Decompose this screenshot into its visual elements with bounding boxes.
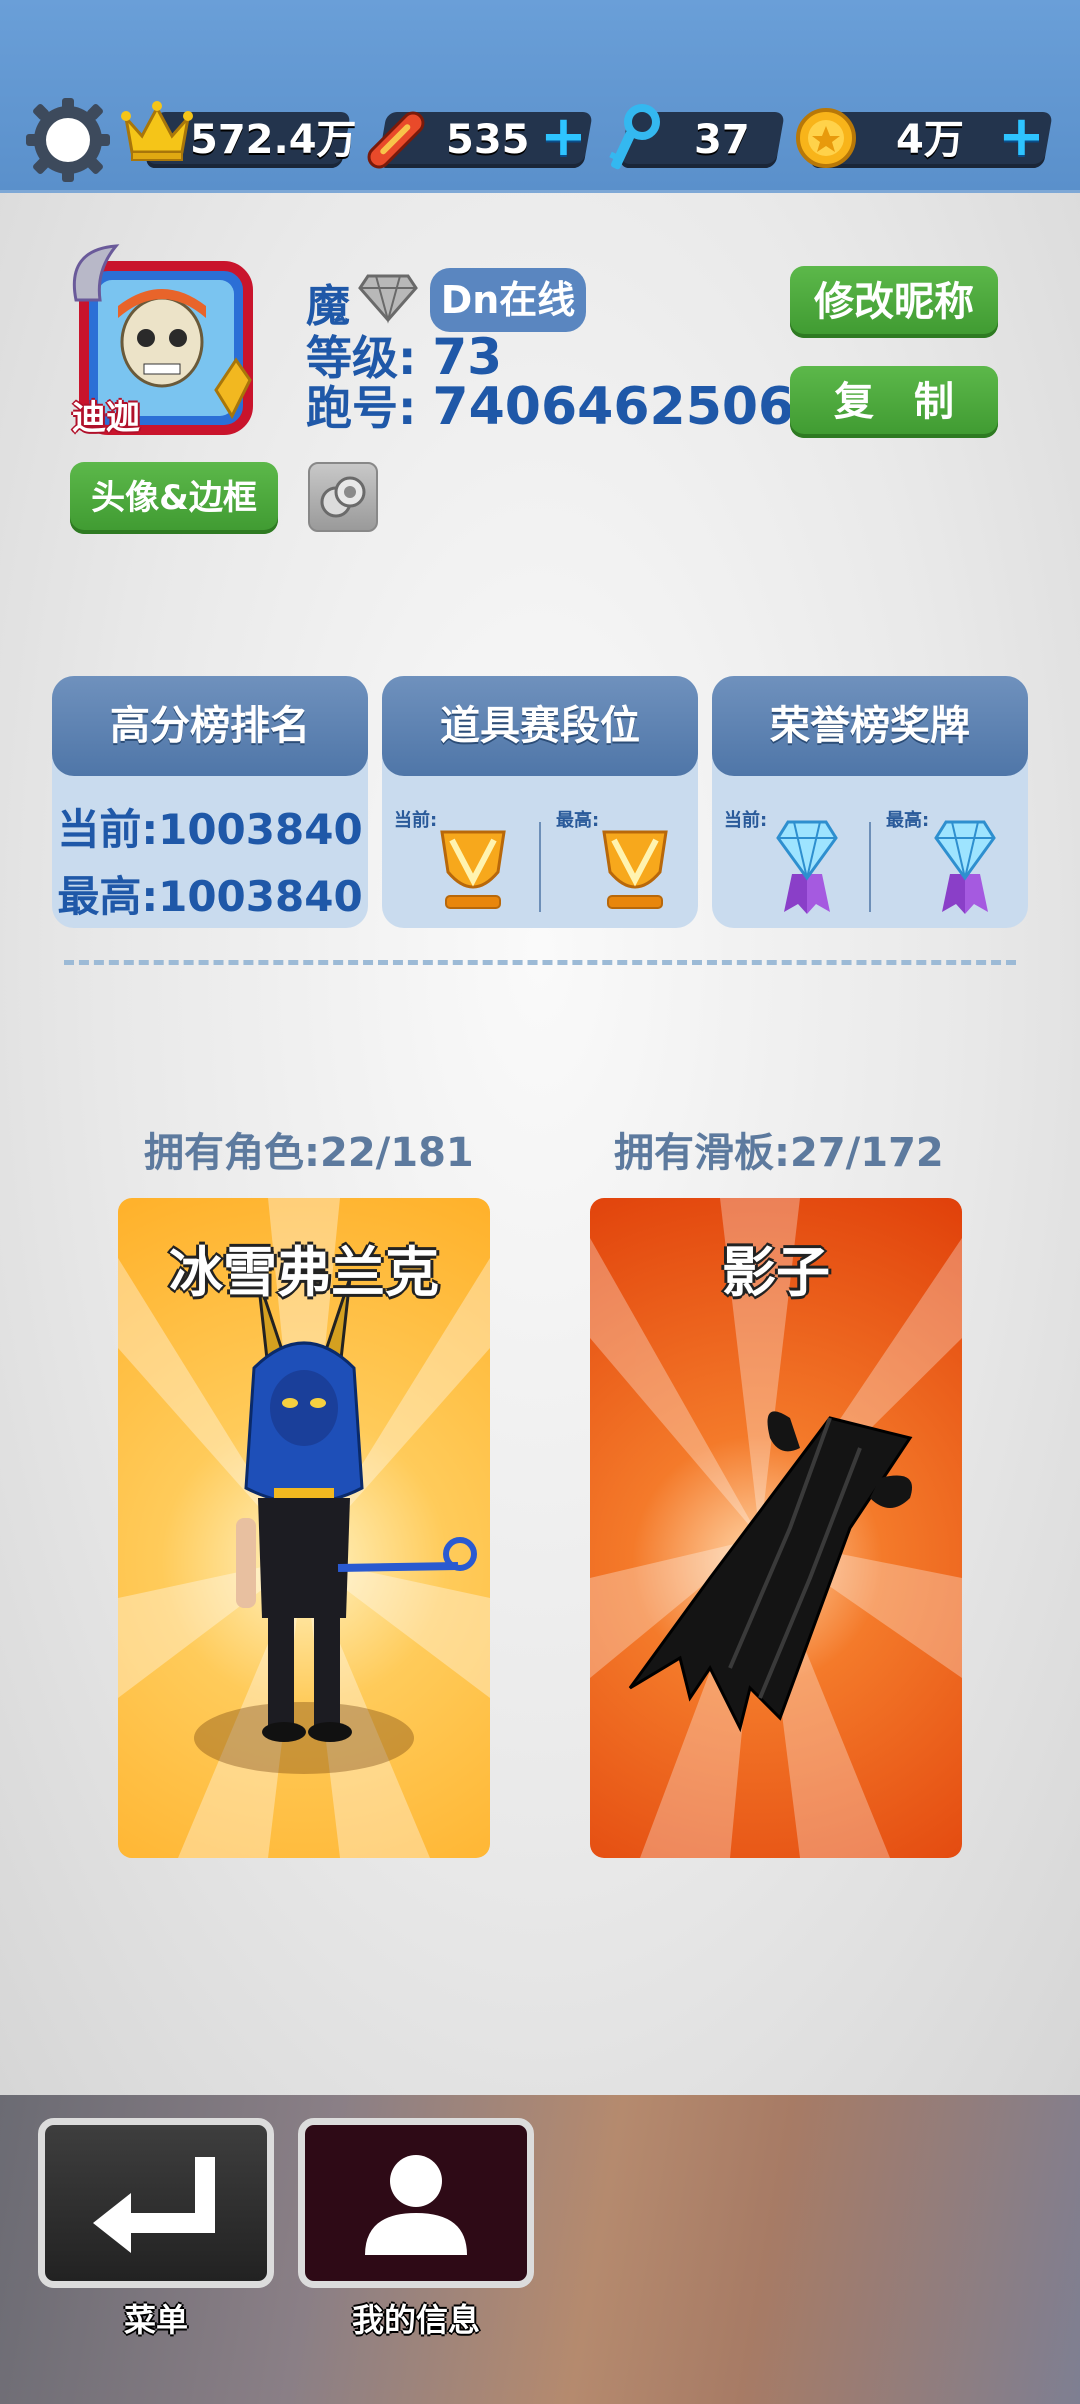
highscore-current: 当前:1003840 [57,805,363,854]
section-divider [64,960,1016,965]
add-coins-button[interactable]: + [998,104,1045,169]
featured-character-card[interactable]: 冰雪弗兰克 [118,1198,490,1858]
copy-id-button[interactable]: 复 制 [790,366,998,438]
my-info-button[interactable] [298,2118,534,2288]
key-icon [604,104,664,178]
avatar-frame-button[interactable]: 头像&边框 [70,462,278,534]
powerup-tier-title: 道具赛段位 [382,676,698,776]
powerup-current-medal-icon [432,822,514,916]
highscore-rank-title: 高分榜排名 [52,676,368,776]
crown-icon [120,100,194,168]
powerup-current-label: 当前: [394,810,438,831]
settings-gear-icon[interactable] [24,96,112,184]
honor-current-diamond-icon [774,816,840,920]
hoverboard-icon [356,104,434,178]
return-arrow-icon [93,2157,215,2253]
board-name: 影子 [722,1241,830,1304]
avatar[interactable]: 迪迦 [66,240,262,440]
boards-owned-count: 拥有滑板:27/172 [614,1130,944,1176]
honor-medal-title: 荣誉榜奖牌 [712,676,1028,776]
my-info-label: 我的信息 [351,2301,480,2339]
honor-medal-card: 荣誉榜奖牌 当前: 最高: [712,676,1028,928]
honor-divider [869,822,871,912]
keys-value: 37 [694,117,750,163]
player-id-label: 跑号: [306,381,417,435]
powerup-divider [539,822,541,912]
boards-value: 535 [446,117,530,163]
coin-icon [794,106,858,174]
avatar-frame-label: 迪迦 [72,398,140,438]
powerup-best-medal-icon [594,822,676,916]
rename-button[interactable]: 修改昵称 [790,266,998,338]
badge-slot-icon[interactable] [308,462,378,532]
highscore-rank-card: 高分榜排名 当前:1003840 最高:1003840 [52,676,368,928]
menu-label: 菜单 [123,2301,188,2339]
add-boards-button[interactable]: + [540,104,587,169]
highscore-best: 最高:1003840 [57,872,363,921]
featured-board-card[interactable]: 影子 [590,1198,962,1858]
online-status-text: Dn在线 [440,278,576,322]
player-id-value: 7406462506 [432,377,795,437]
honor-best-label: 最高: [886,810,930,831]
score-value: 572.4万 [190,117,357,163]
honor-current-label: 当前: [724,810,768,831]
coins-value: 4万 [896,117,964,163]
powerup-tier-card: 道具赛段位 当前: 最高: [382,676,698,928]
user-icon [365,2155,467,2255]
resource-bar: 572.4万 535 + 37 4万 + [0,0,1080,190]
powerup-best-label: 最高: [556,810,600,831]
characters-owned-count: 拥有角色:22/181 [144,1130,474,1176]
character-name: 冰雪弗兰克 [169,1241,439,1304]
player-id-row: 跑号: 7406462506 [306,372,794,438]
diamond-rank-icon [358,268,418,328]
menu-button[interactable] [38,2118,274,2288]
honor-best-diamond-icon [932,816,998,920]
